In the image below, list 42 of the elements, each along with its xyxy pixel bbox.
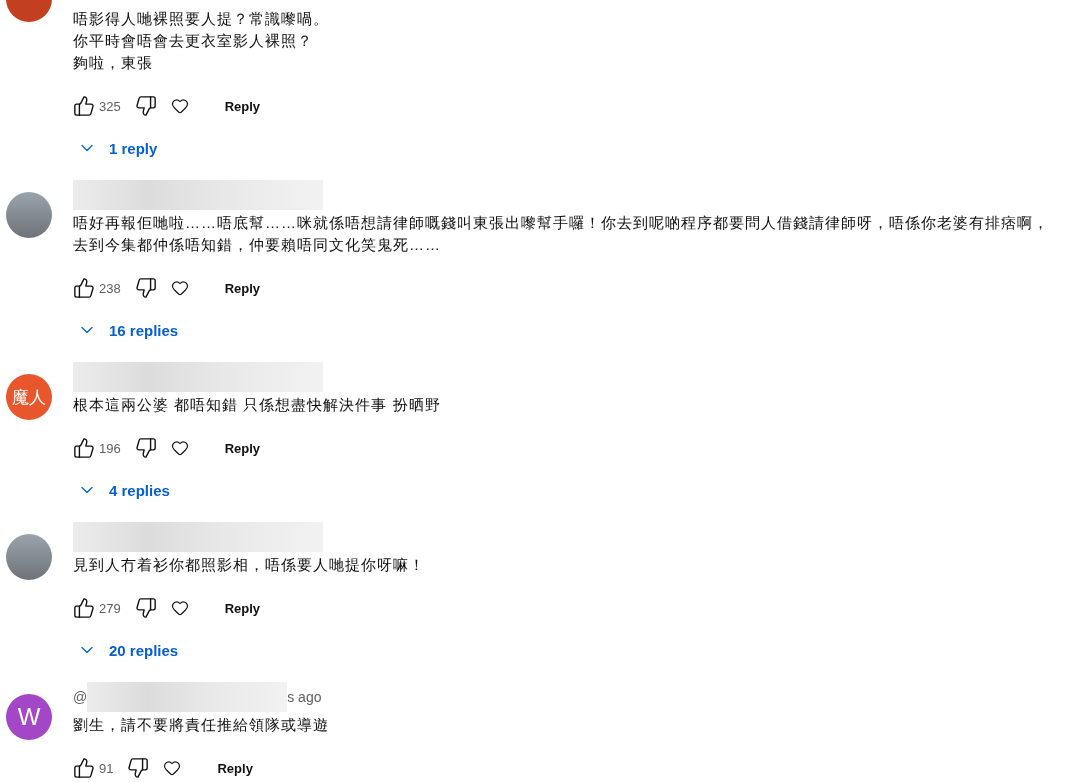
- thumbs-down-icon[interactable]: [134, 277, 157, 299]
- comment-text: 夠啦，東張: [73, 53, 154, 73]
- heart-icon[interactable]: [170, 97, 189, 115]
- comment-time: s ago: [287, 689, 322, 705]
- comment-text: 唔影得人哋裸照要人提？常識嚟喎。: [73, 9, 330, 29]
- like-count: 279: [99, 600, 121, 616]
- comment-text: 唔好再報佢哋啦……唔底幫……咪就係唔想請律師嘅錢叫東張出嚟幫手囉！你去到呢啲程序都要問人借錢請律師呀，唔係你老婆有排痞啊，去到今集都仲係唔知錯，仲要賴唔同文化笑鬼死……: [73, 213, 1050, 255]
- thumbs-down-icon[interactable]: [134, 597, 157, 619]
- thumbs-up-icon[interactable]: [73, 95, 95, 117]
- thumbs-up-icon[interactable]: [73, 757, 95, 779]
- thumbs-up-icon[interactable]: [73, 597, 95, 619]
- author-prefix: @: [73, 689, 88, 705]
- reply-button[interactable]: Reply: [218, 272, 267, 304]
- avatar-photo-placeholder[interactable]: [6, 192, 52, 238]
- thumbs-down-icon[interactable]: [127, 757, 150, 779]
- heart-icon[interactable]: [170, 279, 189, 297]
- avatar[interactable]: W: [6, 694, 52, 740]
- reply-button[interactable]: Reply: [218, 432, 267, 464]
- avatar-photo-placeholder[interactable]: [6, 534, 52, 580]
- avatar[interactable]: 魔人: [6, 374, 52, 420]
- view-replies-button[interactable]: 4 replies: [73, 474, 174, 506]
- reply-button[interactable]: Reply: [218, 592, 267, 624]
- comment-text: 劉生，請不要將責任推給領隊或導遊: [73, 715, 330, 735]
- thumbs-down-icon[interactable]: [134, 95, 157, 117]
- comment-text: 根本這兩公婆 都唔知錯 只係想盡快解決件事 扮晒野: [73, 395, 442, 415]
- like-count: 325: [99, 98, 121, 114]
- reply-button[interactable]: Reply: [218, 90, 267, 122]
- like-count: 91: [99, 760, 114, 776]
- thumbs-up-icon[interactable]: [73, 277, 95, 299]
- thumbs-down-icon[interactable]: [134, 437, 157, 459]
- comment-text: 你平時會唔會去更衣室影人裸照？: [73, 31, 314, 51]
- view-replies-button[interactable]: 16 replies: [73, 314, 183, 346]
- view-replies-button[interactable]: 20 replies: [73, 634, 183, 666]
- heart-icon[interactable]: [163, 759, 182, 777]
- heart-icon[interactable]: [170, 599, 189, 617]
- like-count: 238: [99, 280, 121, 296]
- reply-button[interactable]: Reply: [211, 752, 259, 782]
- comment-text: 見到人冇着衫你都照影相，唔係要人哋提你呀嘛！: [73, 555, 426, 575]
- heart-icon[interactable]: [170, 439, 189, 457]
- thumbs-up-icon[interactable]: [73, 437, 95, 459]
- like-count: 196: [99, 440, 121, 456]
- view-replies-button[interactable]: 1 reply: [73, 132, 162, 164]
